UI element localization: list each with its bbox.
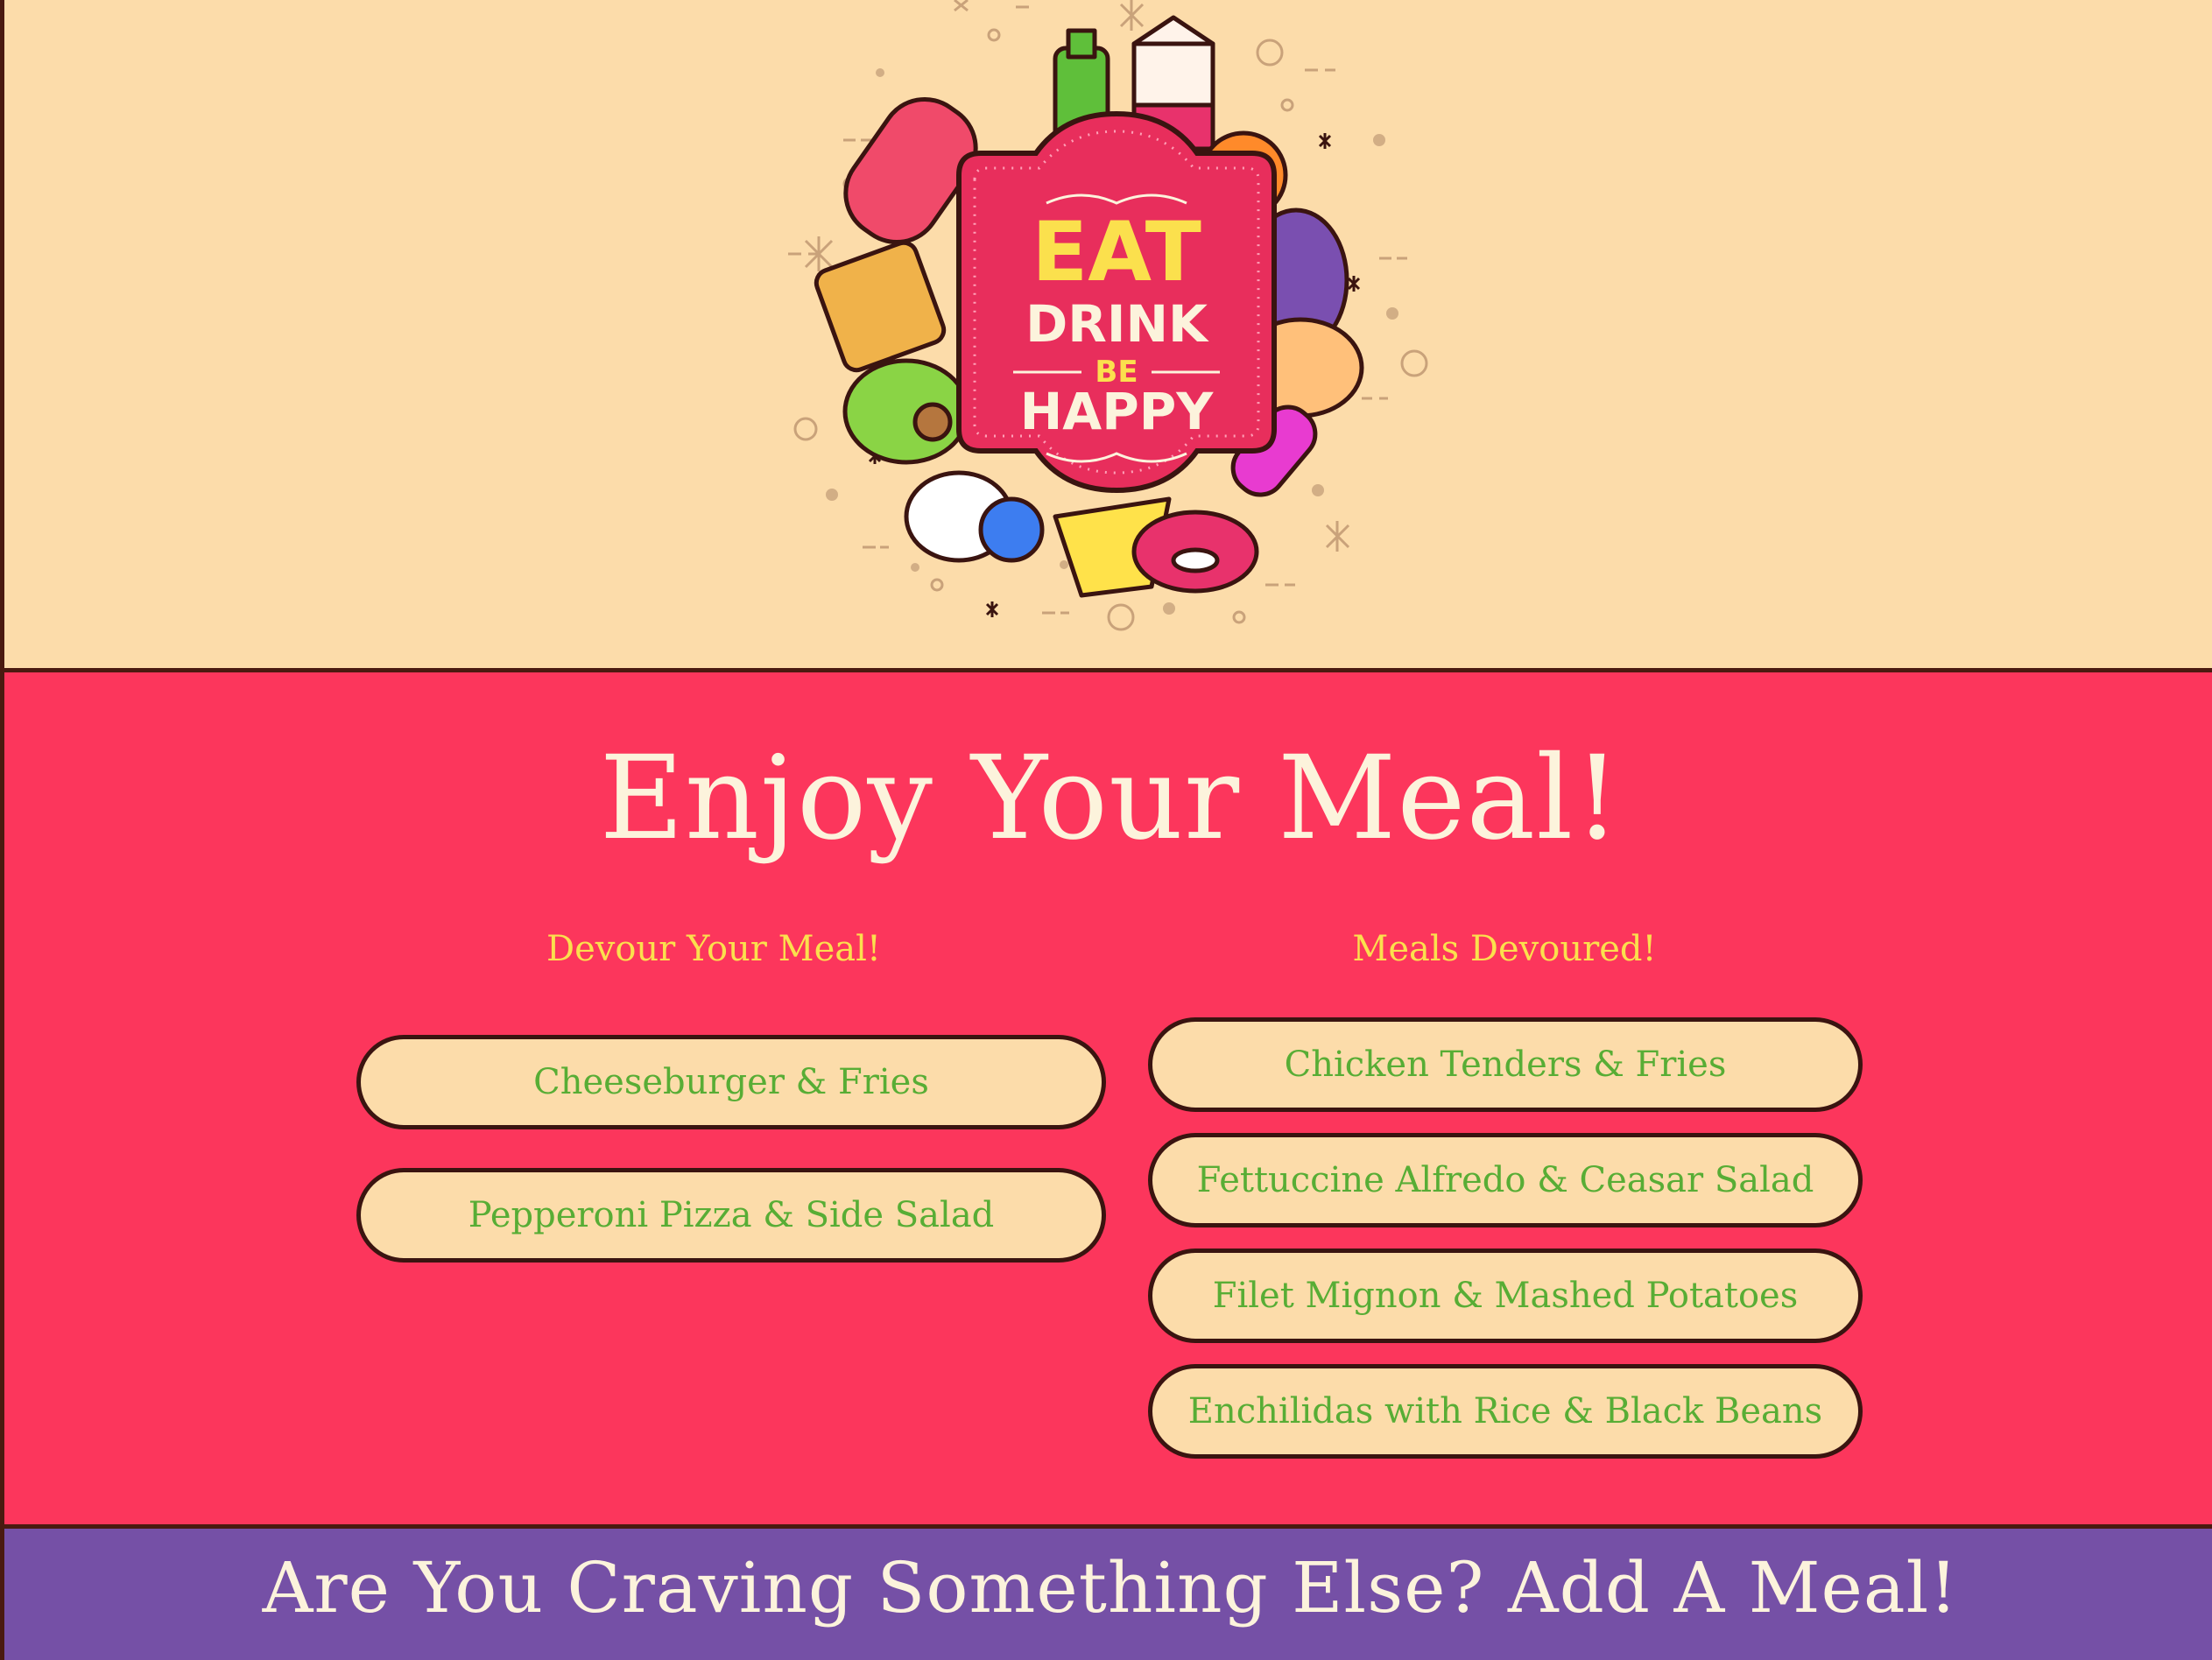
devour-meal-button[interactable]: Cheeseburger & Fries [356, 1035, 1106, 1129]
devoured-meal-button[interactable]: Enchilidas with Rice & Black Beans [1148, 1364, 1863, 1459]
logo-badge: EAT DRINK BE HAPPY [956, 110, 1277, 494]
devoured-column-heading: Meals Devoured! [1352, 929, 1657, 969]
add-meal-section: Are You Craving Something Else? Add A Me… [4, 1529, 2212, 1660]
add-meal-heading: Are You Craving Something Else? Add A Me… [262, 1547, 1959, 1628]
header: EAT DRINK BE HAPPY [4, 0, 2212, 672]
devoured-meal-button[interactable]: Chicken Tenders & Fries [1148, 1017, 1863, 1112]
eat-drink-be-happy-logo: EAT DRINK BE HAPPY [788, 0, 1428, 631]
devoured-meal-button[interactable]: Fettuccine Alfredo & Ceasar Salad [1148, 1133, 1863, 1227]
page-frame: EAT DRINK BE HAPPY Enjoy Your Meal! Devo… [0, 0, 2212, 1660]
logo-text-drink: DRINK [1025, 294, 1209, 354]
devoured-meal-button[interactable]: Filet Mignon & Mashed Potatoes [1148, 1249, 1863, 1343]
page-title: Enjoy Your Meal! [599, 731, 1622, 866]
devour-meal-button[interactable]: Pepperoni Pizza & Side Salad [356, 1168, 1106, 1263]
logo-text-happy: HAPPY [1020, 382, 1214, 441]
logo-text-eat: EAT [1032, 205, 1201, 300]
main-section: Enjoy Your Meal! Devour Your Meal! Meals… [4, 672, 2212, 1529]
devour-column-heading: Devour Your Meal! [546, 929, 881, 969]
